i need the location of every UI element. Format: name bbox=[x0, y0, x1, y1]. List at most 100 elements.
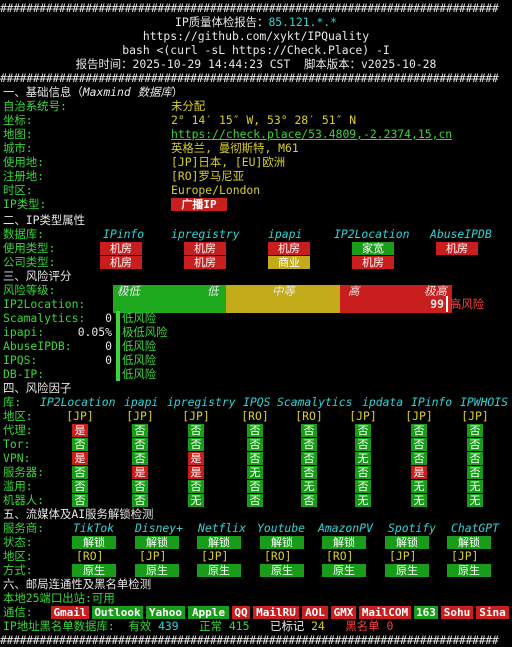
db-label: 数据库: bbox=[3, 227, 45, 241]
section-title-text: 一、基础信息（ bbox=[3, 85, 83, 99]
mail-provider-badge: Sina bbox=[476, 606, 509, 619]
media-service-name: ChatGPT bbox=[451, 521, 500, 535]
risk-level-text: 高 bbox=[348, 284, 360, 298]
use-type-badge: 机房 bbox=[100, 242, 142, 255]
bl-marked-label: 已标记 bbox=[270, 619, 305, 633]
risk-level-text: 中等 bbox=[272, 284, 295, 298]
risk-score-tick bbox=[116, 353, 120, 367]
factor-value-badge: 否 bbox=[247, 438, 263, 451]
section-title-end: ） bbox=[171, 85, 184, 99]
bl-black-label: 黑名单 bbox=[345, 619, 380, 633]
db-name: ipregistry bbox=[171, 227, 240, 241]
mail-provider-badge: MailRU bbox=[253, 606, 299, 619]
factor-value-badge: 否 bbox=[467, 424, 483, 437]
factor-region-label: 地区: bbox=[3, 409, 33, 423]
media-service-name: Netflix bbox=[198, 521, 247, 535]
factor-lib-name: IPinfo bbox=[411, 395, 453, 409]
risk-level-label: 风险等级: bbox=[3, 283, 56, 297]
mail-provider-badge: Sohu bbox=[441, 606, 473, 619]
media-service-name: Youtube bbox=[257, 521, 306, 535]
basic-label: 自治系统号: bbox=[3, 99, 67, 113]
method-label: 方式: bbox=[3, 563, 33, 577]
factor-value-badge: 否 bbox=[72, 438, 88, 451]
factor-lib-name: IPWHOIS bbox=[460, 395, 509, 409]
risk-score: 99 bbox=[430, 297, 444, 311]
media-region: [JP] bbox=[139, 549, 167, 563]
factor-value-badge: 否 bbox=[301, 424, 317, 437]
risk-verdict: 高风险 bbox=[450, 297, 485, 311]
bl-marked-count: 24 bbox=[311, 619, 325, 633]
section-mail-title: 六、邮局连通性及黑名单检测 bbox=[3, 577, 152, 591]
risk-score: 0 bbox=[105, 311, 112, 325]
media-method-badge: 原生 bbox=[135, 564, 179, 577]
factor-value-badge: 否 bbox=[355, 424, 371, 437]
risk-score-marker bbox=[446, 296, 448, 312]
factor-value-badge: 是 bbox=[132, 466, 148, 479]
factor-value-badge: 否 bbox=[247, 494, 263, 507]
factor-lib-name: ipapi bbox=[124, 395, 159, 409]
lib-label: 库: bbox=[3, 395, 22, 409]
risk-score-tick bbox=[116, 367, 120, 381]
media-region: [JP] bbox=[451, 549, 479, 563]
risk-source-label: AbuseIPDB: bbox=[3, 339, 72, 353]
company-type-badge: 商业 bbox=[268, 256, 310, 269]
mail-provider-badge: QQ bbox=[232, 606, 250, 619]
media-method-badge: 原生 bbox=[260, 564, 304, 577]
mail-provider-badge: GMX bbox=[331, 606, 356, 619]
factor-value-badge: 是 bbox=[72, 452, 88, 465]
section-factors-title: 四、风险因子 bbox=[3, 381, 72, 395]
media-status-badge: 解锁 bbox=[322, 536, 366, 549]
risk-score-tick bbox=[116, 325, 120, 339]
media-service-name: TikTok bbox=[73, 521, 115, 535]
separator-line: ########################################… bbox=[0, 633, 499, 647]
factor-label: Tor: bbox=[3, 437, 31, 451]
factor-region: [JP] bbox=[66, 409, 94, 423]
company-type-badge: 机房 bbox=[184, 256, 226, 269]
use-type-badge: 机房 bbox=[436, 242, 478, 255]
factor-value-badge: 否 bbox=[132, 424, 148, 437]
mail-provider-badge: AOL bbox=[302, 606, 328, 619]
risk-verdict: 低风险 bbox=[122, 311, 157, 325]
basic-value: Europe/London bbox=[171, 183, 261, 197]
map-link[interactable]: https://check.place/53.4809,-2.2374,15,c… bbox=[171, 127, 452, 141]
risk-source-label: IP2Location: bbox=[3, 297, 86, 311]
risk-verdict: 低风险 bbox=[122, 353, 157, 367]
use-type-badge: 机房 bbox=[184, 242, 226, 255]
basic-label: 注册地: bbox=[3, 169, 45, 183]
risk-source-label: IPQS: bbox=[3, 353, 38, 367]
factor-value-badge: 否 bbox=[132, 452, 148, 465]
media-status-badge: 解锁 bbox=[385, 536, 429, 549]
factor-value-badge: 否 bbox=[247, 424, 263, 437]
factor-value-badge: 无 bbox=[467, 480, 483, 493]
factor-lib-name: IP2Location bbox=[40, 395, 116, 409]
factor-value-badge: 否 bbox=[301, 466, 317, 479]
media-method-badge: 原生 bbox=[322, 564, 366, 577]
status-label: 状态: bbox=[3, 535, 33, 549]
factor-value-badge: 否 bbox=[467, 438, 483, 451]
factor-value-badge: 否 bbox=[301, 452, 317, 465]
use-type-badge: 家宽 bbox=[352, 242, 394, 255]
media-status-badge: 解锁 bbox=[260, 536, 304, 549]
risk-score: 0 bbox=[105, 339, 112, 353]
bl-black-count: 0 bbox=[386, 619, 394, 633]
factor-value-badge: 是 bbox=[72, 424, 88, 437]
factor-value-badge: 否 bbox=[411, 438, 427, 451]
risk-source-label: ipapi: bbox=[3, 325, 45, 339]
use-type-badge: 机房 bbox=[268, 242, 310, 255]
factor-value-badge: 是 bbox=[411, 466, 427, 479]
ip-type-badge: 广播IP bbox=[171, 198, 227, 211]
media-service-name: AmazonPV bbox=[318, 521, 373, 535]
risk-score: 0 bbox=[105, 353, 112, 367]
factor-value-badge: 无 bbox=[411, 494, 427, 507]
blacklist-label: IP地址黑名单数据库: bbox=[3, 619, 115, 633]
use-type-label: 使用类型: bbox=[3, 241, 56, 255]
factor-region: [JP] bbox=[126, 409, 154, 423]
risk-verdict: 低风险 bbox=[122, 367, 157, 381]
repo-url[interactable]: https://github.com/xykt/IPQuality bbox=[0, 29, 512, 43]
media-service-name: Spotify bbox=[388, 521, 437, 535]
media-region: [RO] bbox=[76, 549, 104, 563]
media-status-badge: 解锁 bbox=[447, 536, 491, 549]
service-label: 服务商: bbox=[3, 521, 45, 535]
separator-line: ########################################… bbox=[0, 71, 499, 85]
factor-value-badge: 无 bbox=[467, 494, 483, 507]
